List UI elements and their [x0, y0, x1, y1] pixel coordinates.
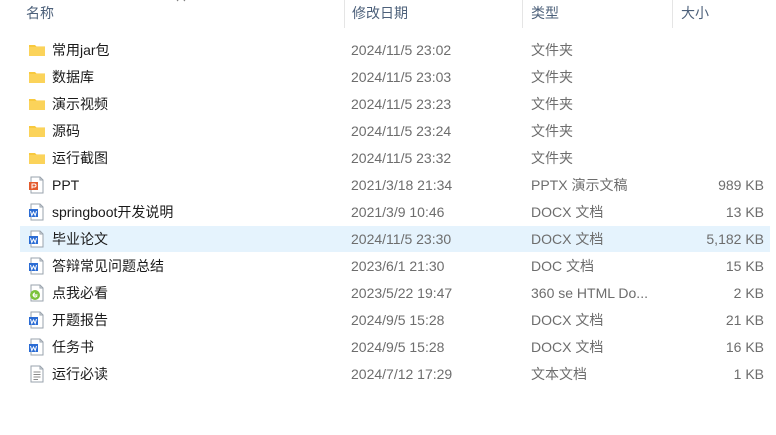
html-file-icon [28, 284, 46, 302]
file-name: 运行截图 [52, 150, 108, 166]
file-size: 13 KB [725, 204, 764, 220]
column-divider[interactable] [522, 0, 523, 28]
file-row[interactable]: 毕业论文 2024/11/5 23:30 DOCX 文档 5,182 KB [20, 226, 770, 252]
file-row[interactable]: 点我必看 2023/5/22 19:47 360 se HTML Do... 2 KB [20, 280, 770, 306]
file-name: 点我必看 [52, 285, 108, 301]
docx-file-icon [28, 203, 46, 221]
file-modified-date: 2024/11/5 23:02 [351, 42, 452, 58]
file-name: springboot开发说明 [52, 204, 174, 220]
column-header-date[interactable]: 修改日期 [348, 0, 518, 28]
file-modified-date: 2024/11/5 23:30 [351, 231, 452, 247]
file-modified-date: 2024/11/5 23:03 [351, 69, 452, 85]
file-row[interactable]: 开题报告 2024/9/5 15:28 DOCX 文档 21 KB [20, 307, 770, 333]
column-divider[interactable] [344, 0, 345, 28]
file-row[interactable]: 源码 2024/11/5 23:24 文件夹 [20, 118, 770, 144]
folder-icon [28, 95, 46, 113]
file-size: 15 KB [725, 258, 764, 274]
column-divider[interactable] [672, 0, 673, 28]
text-file-icon [28, 365, 46, 383]
file-name: 演示视频 [52, 96, 108, 112]
file-row[interactable]: 运行必读 2024/7/12 17:29 文本文档 1 KB [20, 361, 770, 387]
folder-icon [28, 68, 46, 86]
file-size: 2 KB [733, 285, 764, 301]
file-size: 1 KB [733, 366, 764, 382]
file-modified-date: 2024/11/5 23:23 [351, 96, 452, 112]
file-name: 答辩常见问题总结 [52, 258, 164, 274]
file-size: 21 KB [725, 312, 764, 328]
file-size [620, 145, 764, 171]
column-header-type[interactable]: 类型 [527, 0, 667, 28]
column-header-size[interactable]: 大小 [677, 0, 772, 28]
file-modified-date: 2024/9/5 15:28 [351, 339, 445, 355]
file-row[interactable]: 演示视频 2024/11/5 23:23 文件夹 [20, 91, 770, 117]
file-name: 毕业论文 [52, 231, 108, 247]
file-size [620, 37, 764, 63]
file-size [620, 118, 764, 144]
doc-file-icon [28, 257, 46, 275]
file-name: 运行必读 [52, 366, 108, 382]
docx-file-icon [28, 338, 46, 356]
docx-file-icon [28, 230, 46, 248]
file-modified-date: 2021/3/18 21:34 [351, 177, 453, 193]
file-row[interactable]: 答辩常见问题总结 2023/6/1 21:30 DOC 文档 15 KB [20, 253, 770, 279]
file-modified-date: 2023/6/1 21:30 [351, 258, 445, 274]
column-header-name[interactable]: 名称 [22, 0, 342, 28]
file-row[interactable]: springboot开发说明 2021/3/9 10:46 DOCX 文档 13 KB [20, 199, 770, 225]
docx-file-icon [28, 311, 46, 329]
column-header-bar: 名称 修改日期 类型 大小 [0, 0, 776, 28]
pptx-file-icon [28, 176, 46, 194]
file-name: 常用jar包 [52, 42, 110, 58]
file-size: 5,182 KB [706, 231, 764, 247]
file-modified-date: 2024/9/5 15:28 [351, 312, 445, 328]
file-modified-date: 2024/7/12 17:29 [351, 366, 453, 382]
file-row[interactable]: 任务书 2024/9/5 15:28 DOCX 文档 16 KB [20, 334, 770, 360]
file-name: 开题报告 [52, 312, 108, 328]
file-name: PPT [52, 177, 80, 193]
file-modified-date: 2024/11/5 23:24 [351, 123, 452, 139]
file-row[interactable]: 常用jar包 2024/11/5 23:02 文件夹 [20, 37, 770, 63]
file-modified-date: 2024/11/5 23:32 [351, 150, 452, 166]
file-row[interactable]: 数据库 2024/11/5 23:03 文件夹 [20, 64, 770, 90]
list-bottom [0, 430, 776, 435]
file-row[interactable]: 运行截图 2024/11/5 23:32 文件夹 [20, 145, 770, 171]
file-size: 16 KB [725, 339, 764, 355]
file-size [620, 91, 764, 117]
folder-icon [28, 41, 46, 59]
file-size [620, 64, 764, 90]
file-modified-date: 2021/3/9 10:46 [351, 204, 445, 220]
file-name: 数据库 [52, 69, 94, 85]
folder-icon [28, 122, 46, 140]
file-modified-date: 2023/5/22 19:47 [351, 285, 453, 301]
file-name: 源码 [52, 123, 80, 139]
file-row[interactable]: PPT 2021/3/18 21:34 PPTX 演示文稿 989 KB [20, 172, 770, 198]
file-name: 任务书 [52, 339, 94, 355]
folder-icon [28, 149, 46, 167]
file-size: 989 KB [718, 177, 764, 193]
